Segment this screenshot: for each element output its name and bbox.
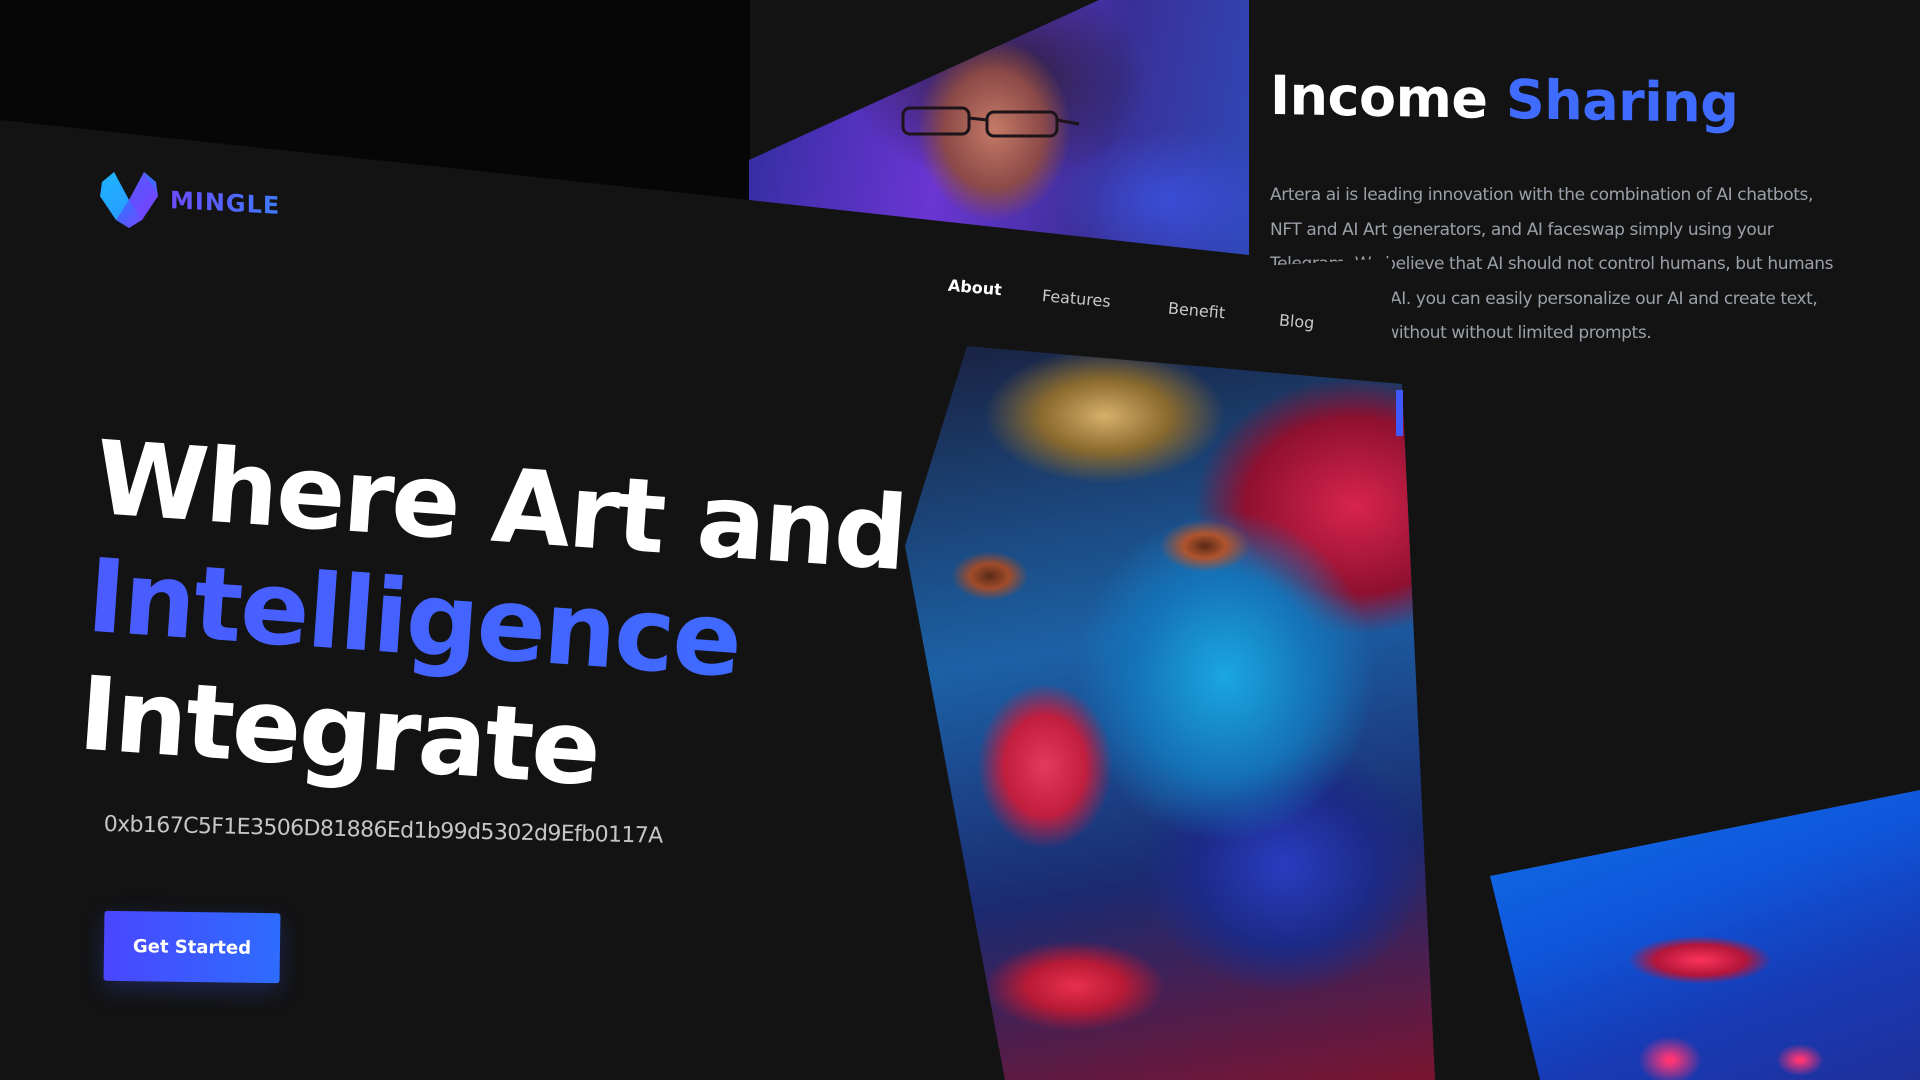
brand-logo[interactable]: MINGLE xyxy=(98,170,280,230)
nav-item-about[interactable]: About xyxy=(947,276,1002,300)
nav-item-benefit[interactable]: Benefit xyxy=(1167,299,1226,323)
get-started-button[interactable]: Get Started xyxy=(103,910,281,984)
painted-face-closeup-image xyxy=(1490,790,1920,1080)
accent-bar xyxy=(1396,390,1403,436)
mingle-logo-icon xyxy=(100,172,158,228)
glasses-detail xyxy=(901,106,1080,138)
nav-item-features[interactable]: Features xyxy=(1041,286,1111,311)
portrait-man-image xyxy=(749,0,1249,255)
income-sharing-title: Income Sharing xyxy=(1270,64,1738,135)
income-title-accent: Sharing xyxy=(1505,68,1739,136)
wallet-address[interactable]: 0xb167C5F1E3506D81886Ed1b99d5302d9Efb011… xyxy=(103,812,662,849)
income-text-overlap-shape xyxy=(1262,258,1392,358)
brand-name: MINGLE xyxy=(170,186,281,220)
nav-item-blog[interactable]: Blog xyxy=(1278,310,1315,332)
hero-heading: Where Art and Intelligence Integrate xyxy=(75,419,909,830)
income-title-plain: Income xyxy=(1270,63,1488,131)
painted-face-image xyxy=(905,346,1435,1080)
